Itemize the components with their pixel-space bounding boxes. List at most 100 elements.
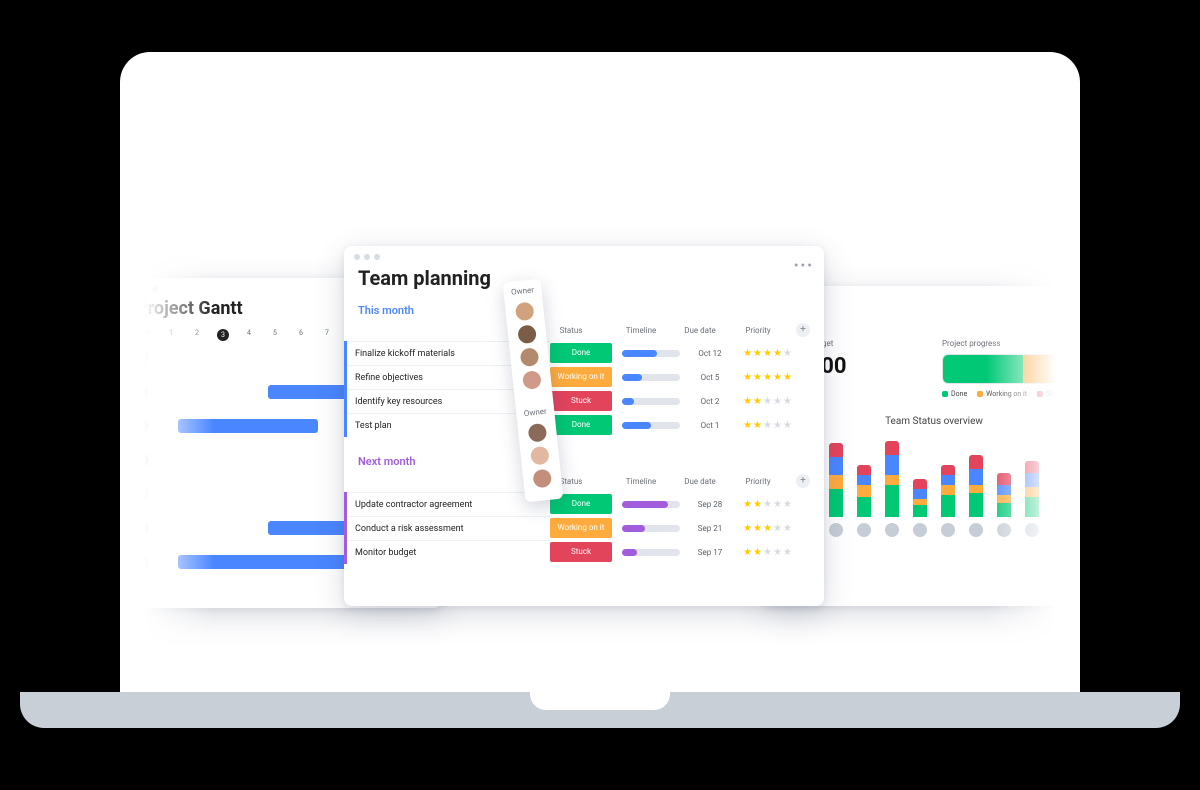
priority-stars[interactable]: ★★★★★ [740, 348, 796, 359]
due-date[interactable]: Sep 21 [690, 524, 730, 533]
timeline-bar[interactable] [622, 525, 680, 532]
planning-title: Team planning [344, 262, 824, 300]
status-bar-segment [941, 465, 955, 475]
status-bar-segment [941, 475, 955, 485]
add-column-icon[interactable]: + [796, 474, 810, 488]
timeline-bar[interactable] [622, 374, 680, 381]
priority-stars[interactable]: ★★★★★ [740, 396, 796, 407]
timeline-bar[interactable] [622, 501, 680, 508]
group-heading[interactable]: Next month [344, 451, 824, 472]
avatar[interactable] [829, 523, 843, 537]
gantt-axis-tick: 7 [314, 329, 340, 341]
status-bar[interactable] [969, 455, 983, 517]
status-bar[interactable] [1025, 461, 1039, 517]
progress-label: Project progress [942, 339, 1056, 348]
due-date[interactable]: Oct 2 [690, 397, 730, 406]
status-chip[interactable]: Done [550, 415, 612, 435]
due-date[interactable]: Sep 28 [690, 500, 730, 509]
avatar[interactable] [528, 423, 548, 443]
progress-segment [943, 355, 1023, 383]
avatar[interactable] [941, 523, 955, 537]
due-date[interactable]: Oct 12 [690, 349, 730, 358]
add-column-icon[interactable]: + [796, 323, 810, 337]
avatar[interactable] [515, 302, 535, 322]
status-chip[interactable]: Working on it [550, 367, 612, 387]
status-bar-segment [885, 441, 899, 455]
due-date[interactable]: Oct 5 [690, 373, 730, 382]
table-row[interactable]: Conduct a risk assessment Working on it … [344, 516, 824, 540]
table-row[interactable]: Test plan Done Oct 1 ★★★★★ [344, 413, 824, 437]
priority-stars[interactable]: ★★★★★ [740, 420, 796, 431]
status-bar[interactable] [997, 473, 1011, 517]
priority-stars[interactable]: ★★★★★ [740, 372, 796, 383]
column-headers: Status Timeline Due date Priority + [344, 472, 824, 492]
task-name[interactable]: Conduct a risk assessment [347, 516, 550, 541]
col-due[interactable]: Due date [680, 326, 720, 335]
avatar[interactable] [997, 523, 1011, 537]
status-chip[interactable]: Working on it [550, 518, 612, 538]
status-bar-segment [969, 485, 983, 493]
due-date[interactable]: Oct 1 [690, 421, 730, 430]
table-row[interactable]: Finalize kickoff materials Done Oct 12 ★… [344, 341, 824, 365]
legend-item: Done [942, 390, 967, 398]
col-timeline[interactable]: Timeline [612, 477, 670, 486]
window-traffic-lights [344, 246, 824, 262]
avatar[interactable] [969, 523, 983, 537]
col-timeline[interactable]: Timeline [612, 326, 670, 335]
avatar[interactable] [857, 523, 871, 537]
col-due[interactable]: Due date [680, 477, 720, 486]
status-bar[interactable] [885, 441, 899, 517]
table-row[interactable]: Identify key resources Stuck Oct 2 ★★★★★ [344, 389, 824, 413]
timeline-bar[interactable] [622, 350, 680, 357]
timeline-bar[interactable] [622, 422, 680, 429]
status-chip[interactable]: Stuck [550, 391, 612, 411]
avatar[interactable] [517, 324, 537, 344]
status-bar-segment [997, 473, 1011, 485]
progress-metric: Project progress DoneWorking on itStuck [942, 339, 1056, 398]
status-chip[interactable]: Done [550, 343, 612, 363]
status-chip[interactable]: Stuck [550, 542, 612, 562]
avatar[interactable] [1025, 523, 1039, 537]
status-bar-segment [969, 493, 983, 517]
status-bar-segment [857, 485, 871, 497]
priority-stars[interactable]: ★★★★★ [740, 499, 796, 510]
table-row[interactable]: Monitor budget Stuck Sep 17 ★★★★★ [344, 540, 824, 564]
status-bar[interactable] [941, 465, 955, 517]
task-name[interactable]: Monitor budget [347, 540, 550, 565]
task-name[interactable]: Update contractor agreement [347, 492, 550, 517]
due-date[interactable]: Sep 17 [690, 548, 730, 557]
col-priority[interactable]: Priority [730, 326, 786, 335]
laptop-mockup: Project Gantt Dec12345678 ••• event main… [120, 52, 1080, 692]
avatar[interactable] [885, 523, 899, 537]
timeline-bar[interactable] [622, 398, 680, 405]
status-bar-segment [969, 469, 983, 485]
planning-panel: ••• Team planning This month Status Time… [344, 246, 824, 606]
timeline-bar[interactable] [622, 549, 680, 556]
status-bar-segment [913, 505, 927, 517]
progress-bar [942, 354, 1056, 384]
avatar[interactable] [530, 446, 550, 466]
status-bar-segment [829, 475, 843, 489]
col-owner[interactable]: Owner [503, 285, 542, 300]
table-row[interactable]: Refine objectives Working on it Oct 5 ★★… [344, 365, 824, 389]
status-bar-segment [885, 485, 899, 517]
progress-segment [1055, 355, 1056, 383]
legend-item: Working on it [977, 390, 1027, 398]
table-row[interactable]: Update contractor agreement Done Sep 28 … [344, 492, 824, 516]
status-bar[interactable] [857, 465, 871, 517]
priority-stars[interactable]: ★★★★★ [740, 523, 796, 534]
priority-stars[interactable]: ★★★★★ [740, 547, 796, 558]
more-options-icon[interactable]: ••• [794, 258, 814, 274]
group-heading[interactable]: This month [344, 300, 824, 321]
avatar[interactable] [520, 347, 540, 367]
status-bar[interactable] [829, 443, 843, 517]
avatar[interactable] [532, 469, 552, 489]
avatar[interactable] [522, 370, 542, 390]
status-bar[interactable] [913, 479, 927, 517]
status-bar-segment [997, 485, 1011, 495]
col-priority[interactable]: Priority [730, 477, 786, 486]
avatar[interactable] [913, 523, 927, 537]
col-status[interactable]: Status [540, 326, 602, 335]
status-bar-segment [829, 457, 843, 475]
gantt-bar[interactable] [178, 419, 318, 433]
